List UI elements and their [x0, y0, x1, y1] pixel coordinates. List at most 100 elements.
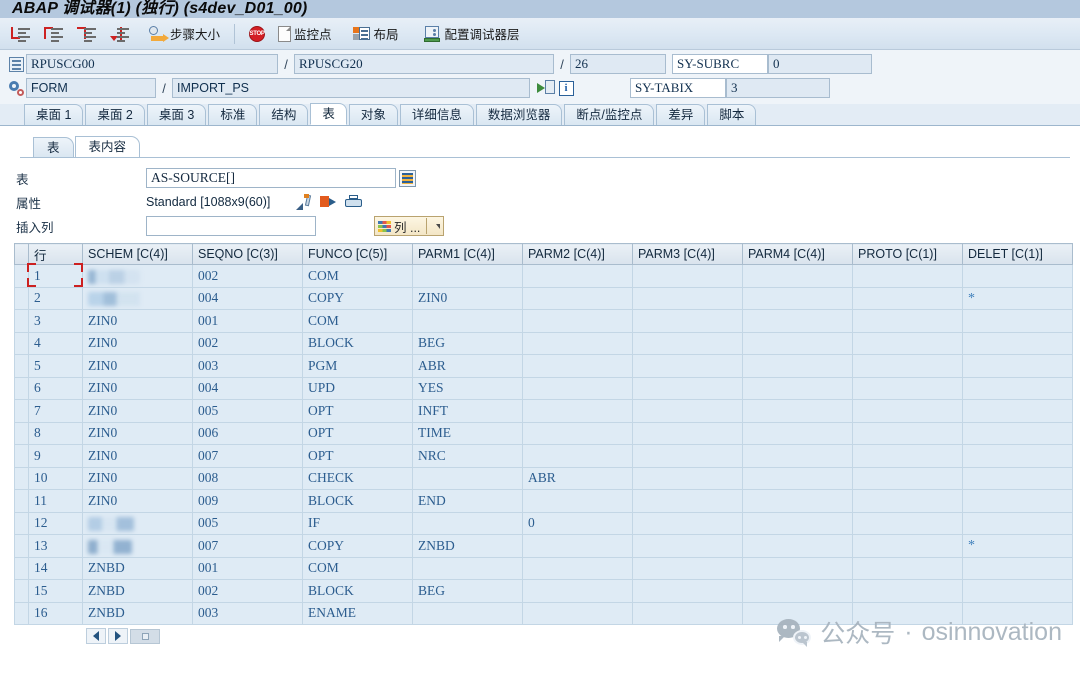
row-select-handle[interactable]	[14, 557, 29, 580]
cell-parm1[interactable]: NRC	[412, 444, 523, 468]
table-row[interactable]: 11 ZIN0 009 BLOCK END	[14, 489, 1073, 513]
tab-desktop-1[interactable]: 桌面 1	[24, 104, 84, 125]
cell-parm4[interactable]	[742, 309, 853, 333]
row-select-handle[interactable]	[14, 512, 29, 535]
cell-parm2[interactable]	[522, 557, 633, 580]
cell-funco[interactable]: COM	[302, 557, 413, 580]
cell-seqno[interactable]: 002	[192, 579, 303, 603]
insert-column-input[interactable]	[146, 216, 316, 236]
cell-parm3[interactable]	[632, 557, 743, 580]
cell-funco[interactable]: BLOCK	[302, 332, 413, 355]
cell-schem[interactable]	[82, 512, 193, 535]
cell-parm1[interactable]: INFT	[412, 399, 523, 423]
table-row[interactable]: 6 ZIN0 004 UPD YES	[14, 377, 1073, 400]
table-row[interactable]: 14 ZNBD 001 COM	[14, 557, 1073, 580]
cell-funco[interactable]: COPY	[302, 534, 413, 558]
cell-parm2[interactable]	[522, 354, 633, 378]
table-row[interactable]: 12 005 IF 0	[14, 512, 1073, 535]
cell-parm3[interactable]	[632, 489, 743, 513]
scroll-thumb[interactable]	[130, 628, 160, 644]
cell-parm3[interactable]	[632, 287, 743, 310]
row-number-cell[interactable]: 8	[28, 422, 83, 445]
row-number-cell[interactable]: 2	[28, 287, 83, 310]
tab-standard[interactable]: 标准	[208, 104, 258, 125]
row-select-handle[interactable]	[14, 579, 29, 603]
row-number-cell[interactable]: 3	[28, 309, 83, 333]
row-select-handle[interactable]	[14, 264, 29, 288]
cell-delet[interactable]	[962, 309, 1073, 333]
cell-parm4[interactable]	[742, 399, 853, 423]
tab-structure[interactable]: 结构	[259, 104, 309, 125]
cell-parm4[interactable]	[742, 602, 853, 625]
cell-schem[interactable]: ZNBD	[82, 602, 193, 625]
cell-parm3[interactable]	[632, 579, 743, 603]
cell-parm4[interactable]	[742, 579, 853, 603]
tab-script[interactable]: 脚本	[707, 104, 757, 125]
cell-parm3[interactable]	[632, 422, 743, 445]
cell-proto[interactable]	[852, 399, 963, 423]
col-header-parm3[interactable]: PARM3 [C(4)]	[632, 243, 743, 265]
cell-parm2[interactable]	[522, 332, 633, 355]
cell-funco[interactable]: BLOCK	[302, 489, 413, 513]
cell-delet[interactable]: *	[962, 287, 1073, 310]
cell-schem[interactable]: ZIN0	[82, 444, 193, 468]
edit-icon[interactable]	[296, 193, 312, 210]
cell-parm2[interactable]	[522, 264, 633, 288]
cell-seqno[interactable]: 008	[192, 467, 303, 490]
cell-funco[interactable]: OPT	[302, 399, 413, 423]
table-row[interactable]: 10 ZIN0 008 CHECK ABR	[14, 467, 1073, 490]
table-content-grid[interactable]: 行 SCHEM [C(4)] SEQNO [C(3)] FUNCO [C(5)]…	[14, 243, 1073, 625]
cell-funco[interactable]: PGM	[302, 354, 413, 378]
cell-parm1[interactable]: ZIN0	[412, 287, 523, 310]
row-select-handle[interactable]	[14, 602, 29, 625]
cell-parm1[interactable]	[412, 309, 523, 333]
cell-proto[interactable]	[852, 557, 963, 580]
step-over-button[interactable]	[39, 22, 69, 46]
step-return-button[interactable]	[72, 22, 102, 46]
cell-seqno[interactable]: 005	[192, 512, 303, 535]
info-button[interactable]: i	[556, 79, 576, 97]
cell-proto[interactable]	[852, 467, 963, 490]
table-row[interactable]: 9 ZIN0 007 OPT NRC	[14, 444, 1073, 468]
main-program-field[interactable]: RPUSCG00	[26, 54, 278, 74]
cell-parm2[interactable]	[522, 399, 633, 423]
col-header-seqno[interactable]: SEQNO [C(3)]	[192, 243, 303, 265]
cell-parm4[interactable]	[742, 422, 853, 445]
breakpoint-button[interactable]: STOP	[244, 22, 270, 46]
cell-parm2[interactable]: ABR	[522, 467, 633, 490]
tab-breakpoints-watchpoints[interactable]: 断点/监控点	[564, 104, 655, 125]
cell-delet[interactable]	[962, 332, 1073, 355]
cell-parm4[interactable]	[742, 512, 853, 535]
table-row[interactable]: 7 ZIN0 005 OPT INFT	[14, 399, 1073, 423]
cell-parm2[interactable]	[522, 309, 633, 333]
configure-debugger-layer-button[interactable]: 配置调试器层	[419, 22, 525, 46]
cell-proto[interactable]	[852, 377, 963, 400]
cell-schem[interactable]: ZNBD	[82, 579, 193, 603]
cell-parm3[interactable]	[632, 377, 743, 400]
cell-parm1[interactable]: BEG	[412, 332, 523, 355]
cell-parm2[interactable]	[522, 579, 633, 603]
cell-schem[interactable]: ZIN0	[82, 489, 193, 513]
cell-seqno[interactable]: 003	[192, 602, 303, 625]
table-row[interactable]: 5 ZIN0 003 PGM ABR	[14, 354, 1073, 378]
event-name-field[interactable]: IMPORT_PS	[172, 78, 530, 98]
cell-parm4[interactable]	[742, 264, 853, 288]
cell-parm3[interactable]	[632, 467, 743, 490]
cell-parm2[interactable]	[522, 444, 633, 468]
cell-proto[interactable]	[852, 534, 963, 558]
scroll-right-button[interactable]	[108, 628, 128, 644]
row-select-handle[interactable]	[14, 489, 29, 513]
row-select-handle[interactable]	[14, 444, 29, 468]
row-number-cell[interactable]: 9	[28, 444, 83, 468]
cell-delet[interactable]	[962, 354, 1073, 378]
col-header-parm1[interactable]: PARM1 [C(4)]	[412, 243, 523, 265]
cell-seqno[interactable]: 007	[192, 534, 303, 558]
line-number-field[interactable]: 26	[570, 54, 666, 74]
cell-seqno[interactable]: 001	[192, 309, 303, 333]
cell-schem[interactable]: ZIN0	[82, 309, 193, 333]
cell-seqno[interactable]: 002	[192, 332, 303, 355]
cell-schem[interactable]: ZIN0	[82, 332, 193, 355]
cell-funco[interactable]: COM	[302, 309, 413, 333]
row-select-handle[interactable]	[14, 399, 29, 423]
cell-parm1[interactable]	[412, 602, 523, 625]
